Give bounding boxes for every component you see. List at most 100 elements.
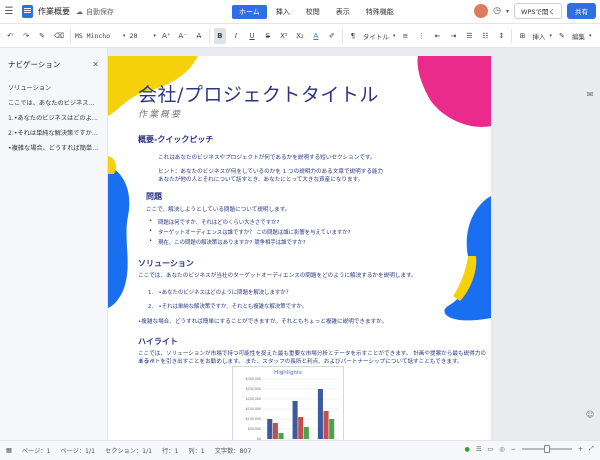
tab-insert[interactable]: 挿入 [269, 5, 297, 19]
chevron-down-icon[interactable]: ▾ [393, 33, 396, 39]
paragraph[interactable]: あなたが他の人とそれについて話すとき、あなたにとって大きな資産になります。 [158, 176, 363, 184]
menu-icon[interactable]: ☰ [0, 0, 18, 24]
decrease-font-icon[interactable]: A⁻ [176, 28, 188, 44]
paragraph[interactable]: ここで、解決しようとしている問題について説明します。 [146, 206, 290, 214]
spellcheck-icon[interactable]: ● [464, 446, 469, 453]
document-subtitle[interactable]: 作業概要 [138, 107, 182, 120]
section-heading-highlights[interactable]: ハイライト [138, 336, 178, 347]
autosave-indicator[interactable]: ☁ 自動保存 [76, 7, 114, 17]
line-spacing-icon[interactable]: ↕ [495, 28, 507, 44]
status-row[interactable]: 行：1 [162, 446, 178, 455]
align-center-icon[interactable]: ☷ [479, 28, 491, 44]
fullscreen-icon[interactable]: ⤢ [589, 445, 594, 453]
list-item[interactable]: 2. •それは単純な解決策ですか、それとも複雑な解決策ですか。 [148, 302, 307, 310]
zoom-in-icon[interactable]: + [578, 446, 583, 453]
strikethrough-icon[interactable]: S [262, 28, 274, 44]
chevron-down-icon[interactable]: ▾ [549, 33, 552, 39]
tab-special[interactable]: 特殊機能 [359, 5, 401, 19]
edit-label[interactable]: 編集 [572, 31, 585, 41]
chevron-down-icon[interactable]: ▾ [123, 33, 126, 39]
zoom-slider[interactable] [521, 445, 572, 453]
list-item[interactable]: 問題は何ですか、それはどのくらい大きさですか? [149, 218, 279, 226]
clear-format-icon[interactable]: ⌫ [52, 28, 66, 44]
section-heading-solution[interactable]: ソリューション [138, 258, 194, 269]
status-word-count[interactable]: 文字数：807 [215, 446, 252, 455]
assistant-icon[interactable]: ☺ [584, 408, 596, 420]
bold-icon[interactable]: B [213, 27, 226, 44]
section-heading-problem[interactable]: 問題 [146, 191, 162, 202]
style-label[interactable]: タイトル [363, 31, 389, 41]
indent-decrease-icon[interactable]: ⇤ [431, 28, 443, 44]
chart-bar [329, 419, 335, 439]
list-item[interactable]: ターゲットオーディエンスは誰ですか？ この問題は誰に影響を与えていますか? [149, 228, 350, 236]
insert-label[interactable]: 挿入 [532, 31, 545, 41]
zoom-out-icon[interactable]: − [511, 446, 516, 453]
paragraph[interactable]: イライトを引き出すことをお勧めします。 また、スタッフの長所と利点、およびパート… [138, 358, 463, 366]
document-title[interactable]: 会社/プロジェクトタイトル [138, 80, 379, 107]
chart-plot: $0$50,000$100,000$150,000$200,000$250,00… [246, 377, 339, 440]
nav-item[interactable]: 1.•あなたのビジネスはどのように問題を解決... [0, 110, 107, 125]
history-icon[interactable]: ◷ [493, 6, 501, 16]
nav-item[interactable]: •複雑な場合、どうすれば簡単にすることができる... [0, 140, 107, 155]
underline-icon[interactable]: U [246, 28, 258, 44]
chevron-down-icon[interactable]: ▾ [506, 8, 509, 15]
bullet-list-icon[interactable]: ≡ [399, 28, 411, 44]
nav-item[interactable]: 2.•それは単純な解決策ですか、それとも複雑... [0, 125, 107, 140]
cloud-icon: ☁ [76, 7, 83, 16]
subscript-icon[interactable]: X₂ [294, 28, 306, 44]
zoom-knob[interactable] [543, 445, 550, 453]
highlight-icon[interactable]: ✐ [326, 28, 338, 44]
list-item[interactable]: 1. •あなたのビジネスはどのように問題を解決しますか？ [148, 288, 291, 296]
chevron-down-icon[interactable]: ▾ [153, 33, 156, 39]
nav-item[interactable]: ここでは、あなたのビジネスが当社のターゲット... [0, 95, 107, 110]
document-page[interactable]: 会社/プロジェクトタイトル 作業概要 概要-クイックピッチ これはあなたのビジネ… [108, 56, 491, 440]
embedded-chart[interactable]: Highlights $0$50,000$100,000$150,000$200… [232, 366, 344, 440]
font-family-select[interactable]: MS Mincho [75, 29, 119, 43]
redo-icon[interactable]: ↷ [20, 28, 32, 44]
tab-home[interactable]: ホーム [232, 5, 267, 19]
indent-increase-icon[interactable]: ⇥ [447, 28, 459, 44]
edit-icon[interactable]: ✎ [556, 28, 568, 44]
align-left-icon[interactable]: ☰ [463, 28, 475, 44]
status-pages[interactable]: ページ：1/1 [60, 446, 95, 455]
tab-review[interactable]: 校閲 [299, 5, 327, 19]
list-item[interactable]: 現在、この問題の解決策はありますか? 競争相手は誰ですか? [149, 238, 306, 246]
document-name[interactable]: 作業概要 [38, 6, 70, 17]
y-tick-label: $50,000 [248, 427, 261, 431]
chart-bar [272, 423, 278, 439]
italic-icon[interactable]: I [230, 28, 242, 44]
divider [208, 28, 210, 43]
avatar[interactable] [474, 4, 489, 18]
paragraph[interactable]: ヒント：あなたのビジネスが何をしているのかを 1 つの説明力のある文章で説明する… [158, 168, 383, 176]
font-color-icon[interactable]: A [310, 28, 322, 44]
font-size-select[interactable]: 28 [129, 32, 149, 40]
web-layout-icon[interactable]: ◎ [499, 446, 504, 453]
paragraph[interactable]: これはあなたのビジネスやプロジェクトが何であるかを説明する短いセクションです。 [158, 154, 376, 162]
insert-icon[interactable]: ⊞ [516, 28, 528, 44]
page-content: 会社/プロジェクトタイトル 作業概要 概要-クイックピッチ これはあなたのビジネ… [108, 56, 491, 440]
view-mode-icon[interactable]: ☰ [476, 446, 482, 453]
document-area[interactable]: 会社/プロジェクトタイトル 作業概要 概要-クイックピッチ これはあなたのビジネ… [108, 48, 600, 440]
comment-icon[interactable]: ✉ [584, 88, 596, 100]
paragraph[interactable]: •複雑な場合、どうすれば簡単にすることができますか。それともちょっと複雑に説明で… [138, 318, 387, 326]
undo-icon[interactable]: ↶ [4, 28, 16, 44]
read-mode-icon[interactable]: ▭ [487, 446, 493, 453]
format-painter-icon[interactable]: ✎ [36, 28, 48, 44]
paragraph[interactable]: ここでは、あなたのビジネスが当社のターゲットオーディエンスの問題をどのように解決… [138, 272, 417, 280]
close-icon[interactable]: ✕ [92, 60, 99, 69]
status-section[interactable]: セクション：1/1 [105, 446, 152, 455]
section-heading-overview[interactable]: 概要-クイックピッチ [138, 134, 213, 145]
nav-item[interactable]: ソリューション [0, 80, 107, 95]
open-in-wps-button[interactable]: WPSで開く [514, 3, 562, 19]
status-col[interactable]: 列：1 [188, 446, 204, 455]
text-effect-icon[interactable]: A̶ [193, 28, 205, 44]
numbered-list-icon[interactable]: ⋮ [415, 28, 427, 44]
grid-icon[interactable]: ▦ [6, 447, 12, 454]
paragraph-style-icon[interactable]: ¶ [347, 28, 359, 44]
chevron-down-icon[interactable]: ▾ [589, 33, 592, 39]
superscript-icon[interactable]: X² [278, 28, 290, 44]
status-page[interactable]: ページ：1 [22, 446, 51, 455]
increase-font-icon[interactable]: A⁺ [160, 28, 172, 44]
tab-view[interactable]: 表示 [329, 5, 357, 19]
share-button[interactable]: 共有 [567, 3, 596, 19]
